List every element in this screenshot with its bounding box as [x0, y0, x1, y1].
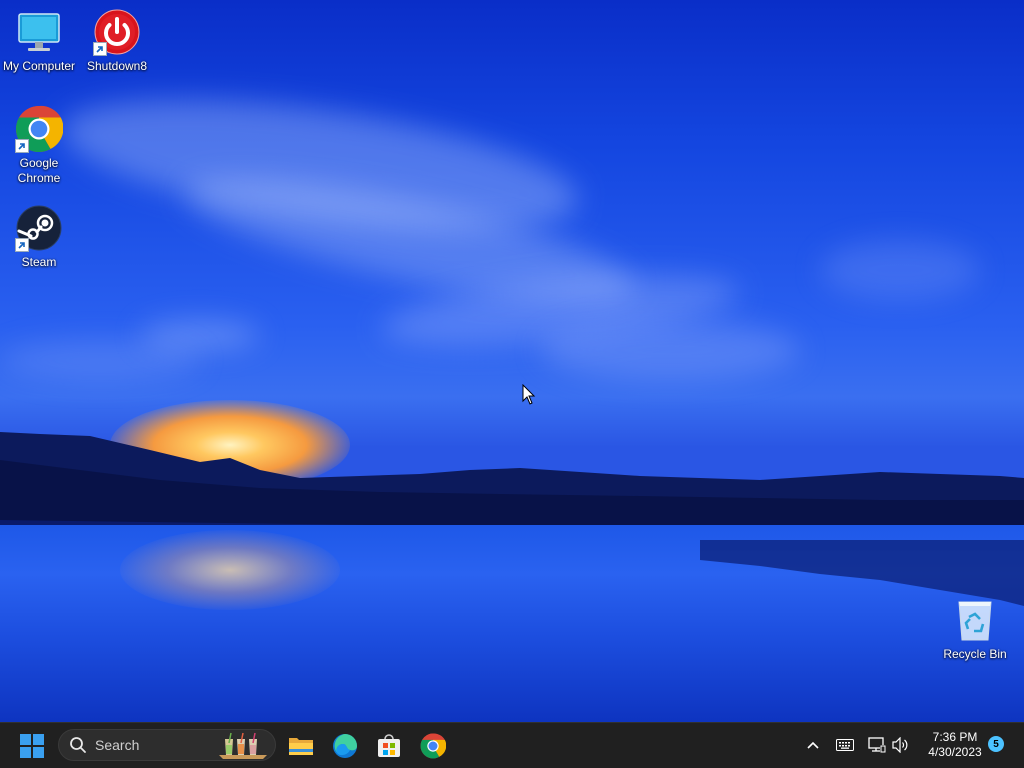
- volume-control[interactable]: [890, 734, 912, 756]
- taskbar-edge[interactable]: [327, 728, 363, 764]
- shortcut-arrow-icon: [15, 238, 29, 252]
- input-indicator[interactable]: [834, 734, 856, 756]
- search-highlight-drinks-icon: [219, 732, 267, 759]
- taskbar-clock[interactable]: 7:36 PM 4/30/2023: [922, 730, 988, 760]
- chrome-icon: [420, 733, 446, 759]
- mouse-cursor-icon: [522, 383, 536, 411]
- taskbar-file-explorer[interactable]: [283, 728, 319, 764]
- search-icon: [70, 737, 86, 753]
- taskbar: Search 7:36 PM 4/30/2023: [0, 722, 1024, 768]
- desktop-icon-shutdown8[interactable]: Shutdown8: [78, 8, 156, 74]
- desktop-icon-label: Google Chrome: [17, 156, 61, 185]
- desktop-wallpaper[interactable]: [0, 0, 1024, 722]
- desktop-icon-label: Shutdown8: [86, 59, 148, 73]
- taskbar-search-box[interactable]: Search: [58, 729, 276, 761]
- desktop-icon-label: Recycle Bin: [943, 647, 1007, 661]
- desktop-icon-my-computer[interactable]: My Computer: [0, 8, 78, 74]
- desktop-icon-recycle-bin[interactable]: Recycle Bin: [936, 596, 1014, 662]
- windows-logo-icon: [20, 734, 44, 758]
- search-label: Search: [95, 737, 140, 753]
- shortcut-arrow-icon: [93, 42, 107, 56]
- power-icon: [93, 8, 141, 56]
- store-icon: [378, 734, 400, 757]
- chrome-icon: [15, 105, 64, 153]
- keyboard-icon: [836, 739, 854, 751]
- volume-icon: [892, 737, 908, 753]
- taskbar-chrome[interactable]: [415, 728, 451, 764]
- network-icon: [868, 737, 886, 753]
- desktop-icon-label: Steam: [21, 255, 57, 269]
- desktop-icon-steam[interactable]: Steam: [0, 204, 78, 270]
- monitor-icon: [15, 8, 63, 56]
- clock-time: 7:36 PM: [932, 730, 978, 744]
- desktop-icon-label: My Computer: [2, 59, 76, 73]
- clock-date: 4/30/2023: [928, 745, 982, 759]
- taskbar-store[interactable]: [371, 728, 407, 764]
- chevron-up-icon: [807, 741, 819, 749]
- network-status[interactable]: [866, 734, 888, 756]
- notification-count-badge[interactable]: 5: [988, 736, 1004, 752]
- recycle-bin-icon: [951, 596, 999, 644]
- desktop-icon-google-chrome[interactable]: Google Chrome: [0, 105, 78, 186]
- start-button[interactable]: [14, 728, 50, 764]
- edge-icon: [333, 734, 357, 758]
- steam-icon: [15, 204, 63, 252]
- folder-icon: [289, 738, 313, 755]
- shortcut-arrow-icon: [15, 139, 29, 153]
- show-hidden-icons-button[interactable]: [802, 734, 824, 756]
